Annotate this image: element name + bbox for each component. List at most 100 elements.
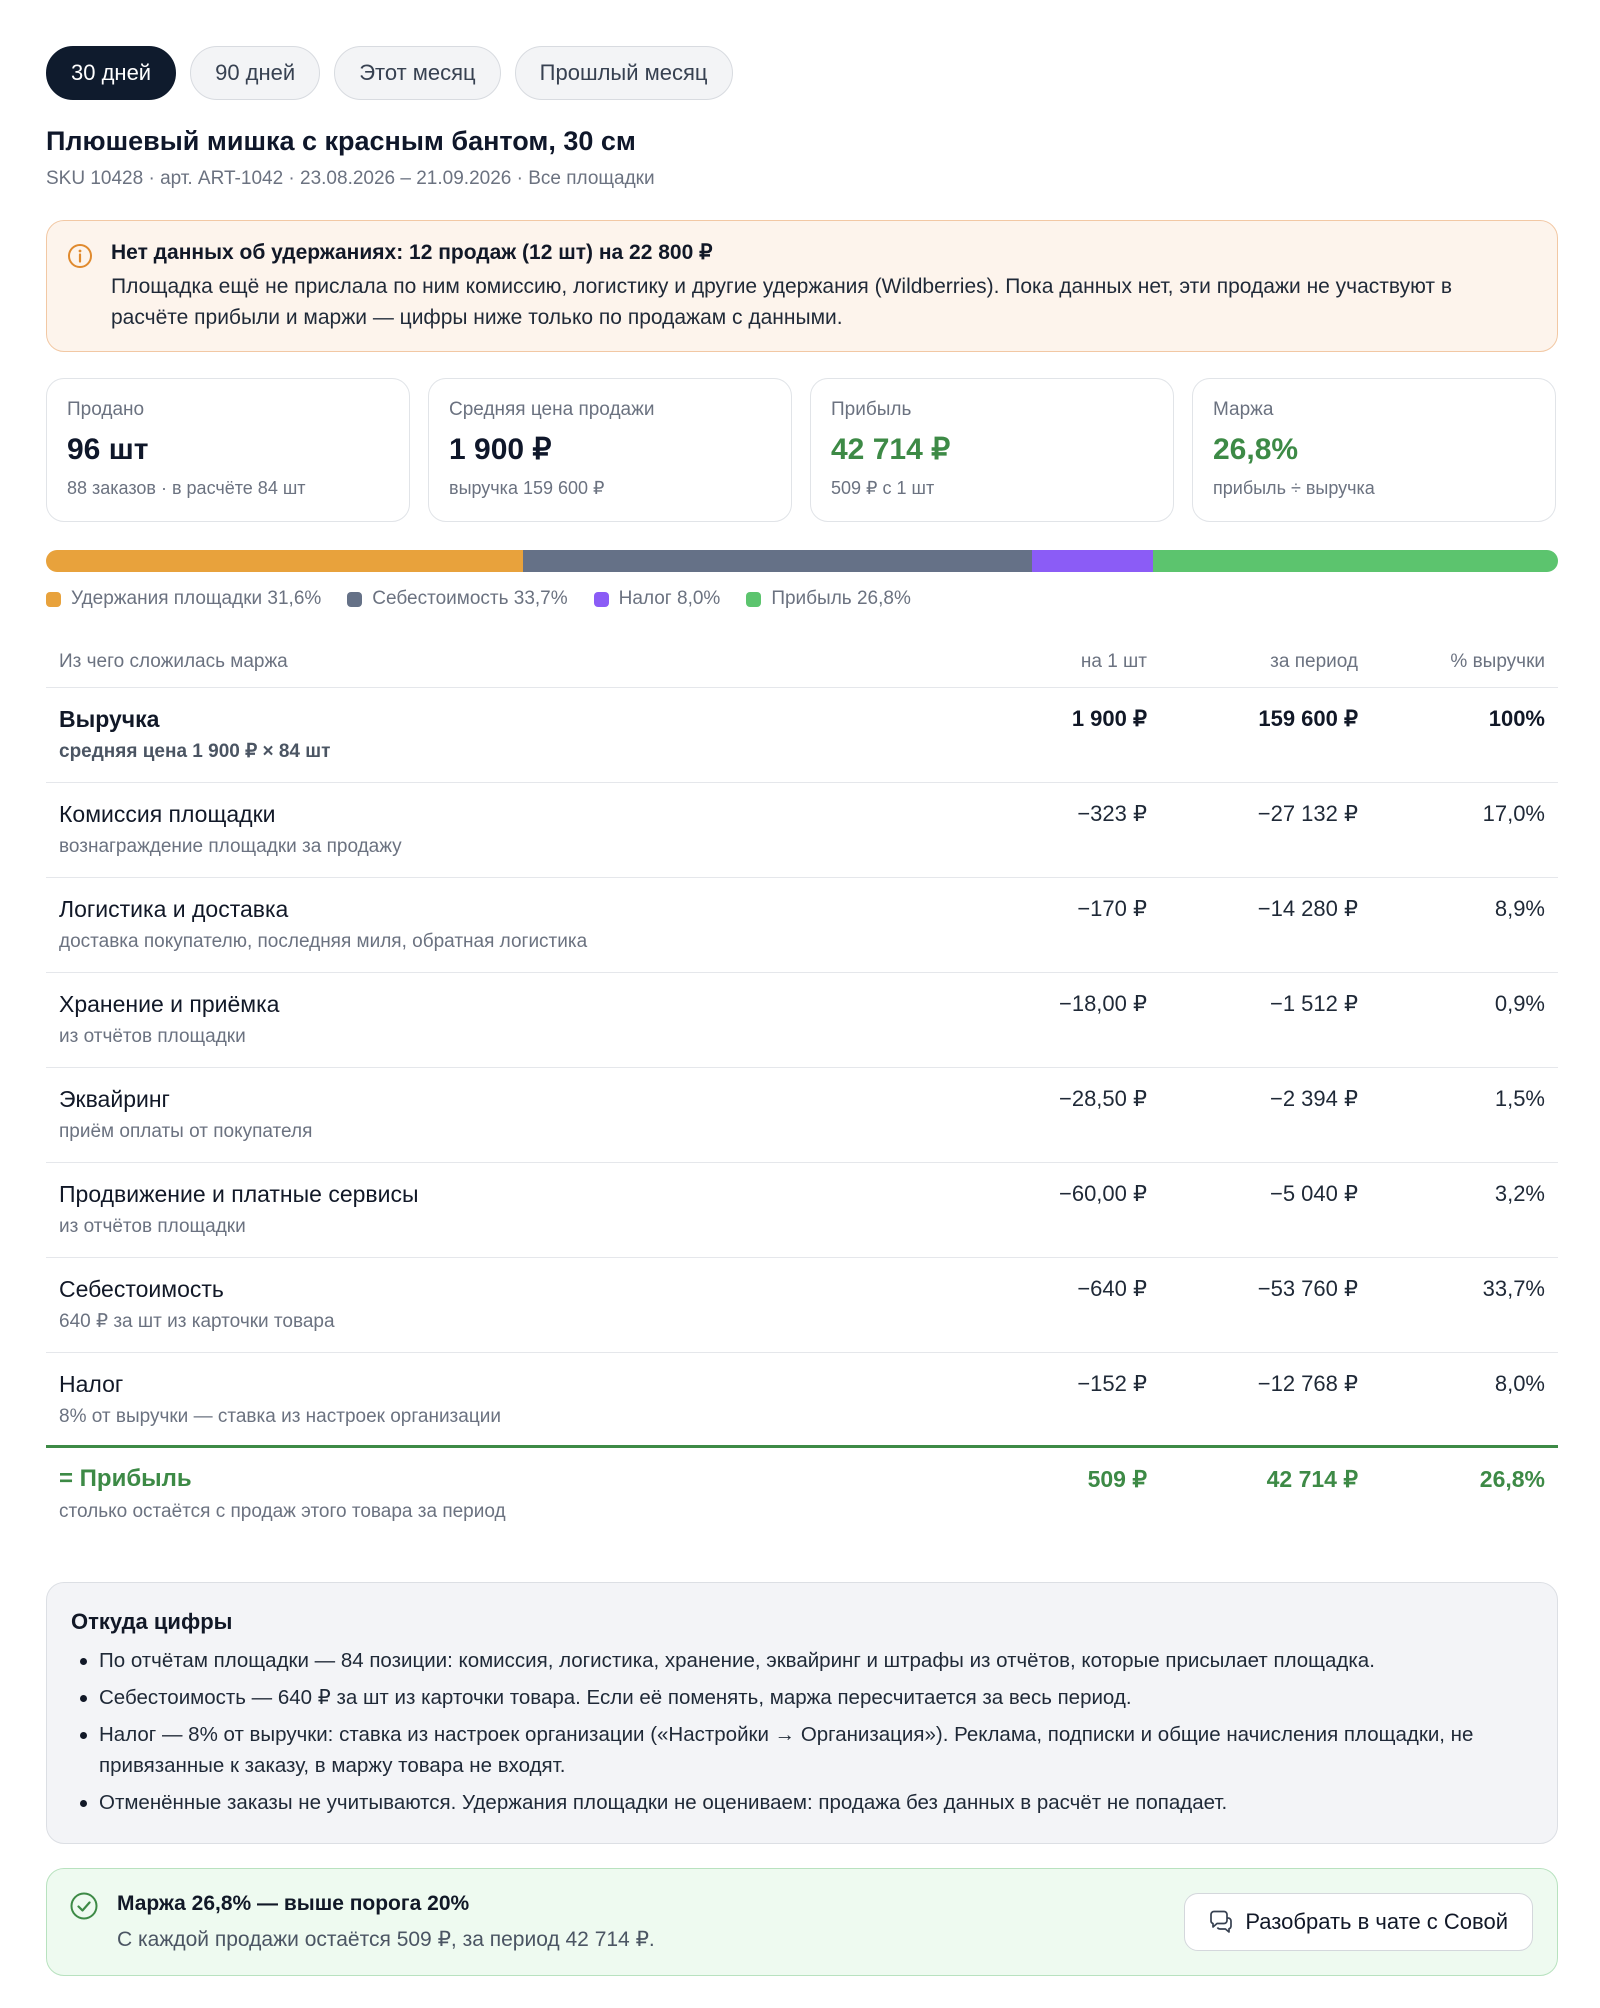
- period-tabs: 30 дней 90 дней Этот месяц Прошлый месяц: [46, 46, 1558, 100]
- row-period: −53 760 ₽: [1257, 1276, 1358, 1301]
- row-sub: 8% от выручки — ставка из настроек орган…: [59, 1406, 501, 1427]
- row-name: Комиссия площадки: [59, 801, 276, 827]
- row-per-unit: −323 ₽: [1077, 801, 1147, 826]
- card-label: Продано: [67, 399, 145, 420]
- card-label: Прибыль: [831, 399, 912, 420]
- bar-segment-platform-fees: [46, 550, 524, 572]
- row-sub: из отчётов площадки: [59, 1026, 246, 1047]
- info-icon: [68, 244, 92, 268]
- row-name: Налог: [59, 1371, 124, 1397]
- card-value: 26,8%: [1213, 433, 1299, 466]
- row-period: −1 512 ₽: [1269, 991, 1358, 1016]
- row-period: −2 394 ₽: [1269, 1086, 1358, 1111]
- row-per-unit: 509 ₽: [1087, 1466, 1147, 1492]
- margin-page: 30 дней 90 дней Этот месяц Прошлый месяц…: [46, 46, 1558, 1976]
- row-name: Выручка: [59, 706, 160, 732]
- table-row: Продвижение и платные сервисы из отчётов …: [46, 1163, 1558, 1258]
- row-period: −12 768 ₽: [1257, 1371, 1358, 1396]
- header-period: за период: [1270, 650, 1358, 672]
- bar-segment-cost-price: [523, 550, 1033, 572]
- row-period: −5 040 ₽: [1269, 1181, 1358, 1206]
- legend-item-profit: Прибыль 26,8%: [746, 586, 911, 612]
- margin-table: Из чего сложилась маржа на 1 шт за перио…: [46, 636, 1558, 1546]
- tab-90-days[interactable]: 90 дней: [190, 46, 321, 100]
- card-margin: Маржа 26,8% прибыль ÷ выручка: [1192, 378, 1556, 522]
- card-label: Маржа: [1213, 399, 1274, 420]
- row-sub: столько остаётся с продаж этого товара з…: [59, 1501, 506, 1522]
- tab-30-days[interactable]: 30 дней: [46, 46, 177, 100]
- legend-swatch: [46, 591, 61, 607]
- table-row: Логистика и доставка доставка покупателю,…: [46, 878, 1558, 973]
- card-sub: выручка 159 600 ₽: [449, 478, 605, 498]
- sources-list: По отчётам площадки — 84 позиции: комисс…: [71, 1645, 1533, 1818]
- bar-segment-profit: [1153, 550, 1558, 572]
- card-value: 1 900 ₽: [449, 433, 552, 466]
- table-row: Выручка средняя цена 1 900 ₽ × 84 шт 1 900…: [46, 688, 1558, 783]
- sources-title: Откуда цифры: [71, 1609, 233, 1634]
- warning-text: Площадка ещё не прислала по ним комиссию…: [111, 275, 1453, 329]
- row-name: Эквайринг: [59, 1086, 170, 1112]
- legend-swatch: [347, 591, 363, 607]
- table-row: Хранение и приёмка из отчётов площадки −18…: [46, 973, 1558, 1068]
- tab-last-month[interactable]: Прошлый месяц: [514, 46, 733, 100]
- row-name: Продвижение и платные сервисы: [59, 1181, 419, 1207]
- margin-status-banner: Маржа 26,8% — выше порога 20% С каждой п…: [46, 1868, 1558, 1976]
- chat-button-label: Разобрать в чате с Совой: [1245, 1909, 1508, 1934]
- row-per-unit: 1 900 ₽: [1071, 706, 1147, 731]
- row-name: = Прибыль: [59, 1465, 192, 1492]
- row-per-unit: −170 ₽: [1077, 896, 1147, 921]
- row-period: 159 600 ₽: [1258, 706, 1358, 731]
- row-pct: 17,0%: [1482, 801, 1545, 826]
- card-value: 42 714 ₽: [831, 433, 951, 466]
- row-sub: 640 ₽ за шт из карточки товара: [59, 1311, 335, 1332]
- row-period: 42 714 ₽: [1266, 1466, 1358, 1492]
- tab-this-month[interactable]: Этот месяц: [334, 46, 501, 100]
- legend-swatch: [593, 591, 609, 607]
- table-body: Выручка средняя цена 1 900 ₽ × 84 шт 1 900…: [46, 688, 1558, 1448]
- row-per-unit: −28,50 ₽: [1058, 1086, 1147, 1111]
- card-sold: Продано 96 шт 88 заказов · в расчёте 84 …: [46, 378, 410, 522]
- list-item: Себестоимость — 640 ₽ за шт из карточки …: [71, 1682, 1533, 1713]
- product-subtitle: SKU 10428 · арт. ART-1042 · 23.08.2026 –…: [46, 168, 655, 189]
- legend-label: Себестоимость 33,7%: [372, 588, 568, 609]
- row-period: −14 280 ₽: [1257, 896, 1358, 921]
- missing-data-warning: Нет данных об удержаниях: 12 продаж (12 …: [46, 220, 1558, 352]
- row-name: Логистика и доставка: [59, 896, 289, 922]
- header-name: Из чего сложилась маржа: [59, 650, 288, 672]
- row-per-unit: −18,00 ₽: [1058, 991, 1147, 1016]
- row-pct: 8,0%: [1494, 1371, 1545, 1396]
- card-value: 96 шт: [67, 433, 149, 466]
- table-row: Эквайринг приём оплаты от покупателя −28,5…: [46, 1068, 1558, 1163]
- table-row-profit-total: = Прибыль столько остаётся с продаж этог…: [46, 1448, 1558, 1546]
- row-pct: 3,2%: [1494, 1181, 1545, 1206]
- row-per-unit: −640 ₽: [1077, 1276, 1147, 1301]
- row-pct: 1,5%: [1494, 1086, 1545, 1111]
- card-avg-price: Средняя цена продажи 1 900 ₽ выручка 159…: [428, 378, 792, 522]
- sources-box: Откуда цифры По отчётам площадки — 84 по…: [46, 1582, 1558, 1844]
- row-sub: средняя цена 1 900 ₽ × 84 шт: [59, 741, 331, 762]
- row-pct: 33,7%: [1482, 1276, 1545, 1301]
- product-title: Плюшевый мишка с красным бантом, 30 см: [46, 126, 636, 156]
- card-sub: прибыль ÷ выручка: [1213, 478, 1375, 498]
- row-pct: 0,9%: [1494, 991, 1545, 1016]
- legend-item-tax: Налог 8,0%: [593, 586, 721, 612]
- table-row: Налог 8% от выручки — ставка из настроек …: [46, 1353, 1558, 1448]
- table-row: Себестоимость 640 ₽ за шт из карточки тов…: [46, 1258, 1558, 1353]
- row-per-unit: −152 ₽: [1077, 1371, 1147, 1396]
- row-name: Себестоимость: [59, 1276, 224, 1302]
- bar-segment-tax: [1032, 550, 1154, 572]
- legend-swatch: [746, 591, 762, 607]
- card-sub: 509 ₽ с 1 шт: [831, 478, 935, 498]
- header-per-unit: на 1 шт: [1080, 650, 1147, 672]
- table-header: Из чего сложилась маржа на 1 шт за перио…: [46, 636, 1558, 688]
- card-label: Средняя цена продажи: [449, 399, 655, 420]
- row-name: Хранение и приёмка: [59, 991, 280, 1017]
- row-sub: приём оплаты от покупателя: [59, 1121, 313, 1142]
- row-pct: 100%: [1488, 706, 1545, 731]
- breakdown-legend: Удержания площадки 31,6% Себестоимость 33…: [46, 586, 1558, 612]
- row-pct: 8,9%: [1494, 896, 1545, 921]
- legend-label: Налог 8,0%: [618, 588, 721, 609]
- chat-with-sova-button[interactable]: Разобрать в чате с Совой: [1184, 1893, 1533, 1951]
- list-item: Налог — 8% от выручки: ставка из настрое…: [71, 1719, 1533, 1781]
- warning-title: Нет данных об удержаниях: 12 продаж (12 …: [111, 241, 713, 264]
